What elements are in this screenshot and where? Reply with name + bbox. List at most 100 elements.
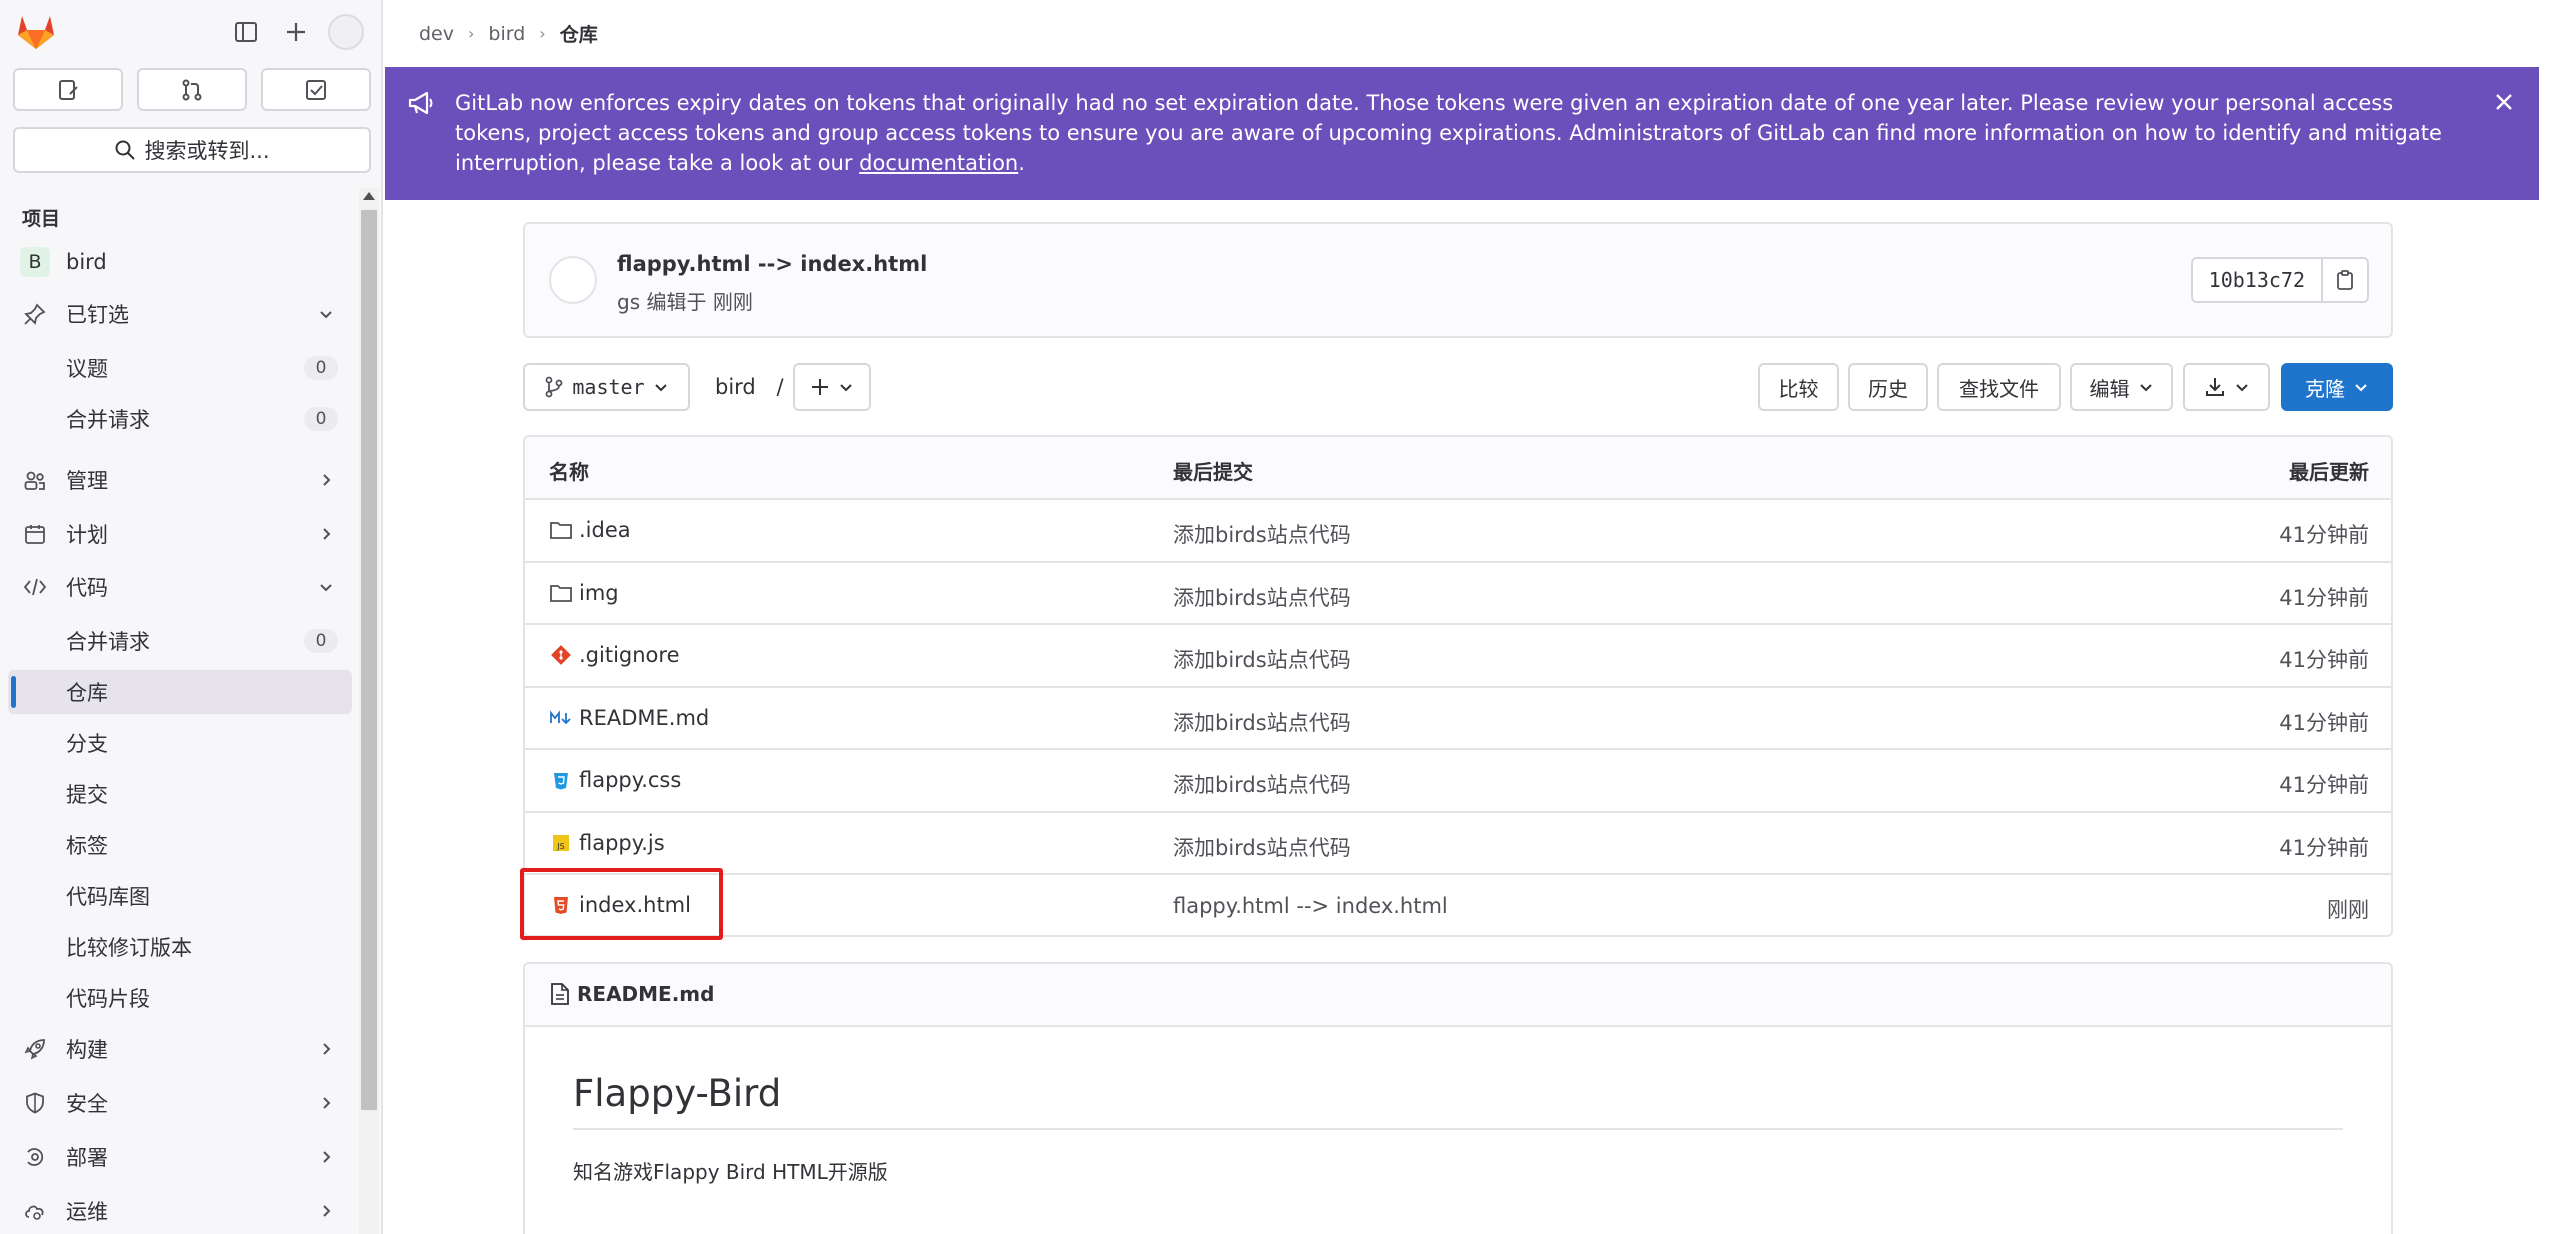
- last-commit-card: flappy.html --> index.html gs 编辑于 刚刚 10b…: [523, 222, 2393, 338]
- breadcrumb-item[interactable]: bird: [488, 23, 525, 45]
- sidebar-item-merge-requests[interactable]: 合并请求 0: [8, 397, 352, 441]
- edit-label: 编辑: [2089, 376, 2130, 401]
- commit-message[interactable]: 添加birds站点代码: [1173, 582, 1351, 612]
- commit-message[interactable]: 添加birds站点代码: [1173, 644, 1351, 674]
- sidebar-item-commits[interactable]: 提交: [8, 772, 352, 816]
- file-table: 名称 最后提交 最后更新 .idea 添加birds站点代码 41分钟前 img…: [523, 435, 2393, 937]
- table-row: .gitignore 添加birds站点代码 41分钟前: [525, 625, 2391, 688]
- sidebar-item-operate[interactable]: 运维: [8, 1189, 352, 1233]
- sidebar-item-tags[interactable]: 标签: [8, 823, 352, 867]
- count-badge: 0: [304, 629, 338, 653]
- announcement-banner: GitLab now enforces expiry dates on toke…: [385, 67, 2539, 200]
- sidebar-item-pinned[interactable]: 已钉选: [8, 292, 352, 336]
- user-avatar[interactable]: [328, 14, 364, 50]
- close-icon[interactable]: [2491, 89, 2517, 115]
- file-link[interactable]: index.html: [549, 893, 691, 917]
- sidebar-item-code[interactable]: 代码: [8, 565, 352, 609]
- repo-path: bird /: [715, 375, 784, 399]
- breadcrumb-current[interactable]: 仓库: [560, 20, 598, 47]
- toggle-sidebar-icon[interactable]: [228, 14, 264, 50]
- readme-file-name[interactable]: README.md: [577, 982, 714, 1006]
- documentation-link[interactable]: documentation: [859, 151, 1018, 175]
- sidebar-item-manage[interactable]: 管理: [8, 458, 352, 502]
- readme-paragraph: 知名游戏Flappy Bird HTML开源版: [573, 1160, 888, 1184]
- search-button[interactable]: 搜索或转到...: [13, 127, 371, 173]
- copy-icon[interactable]: [2323, 257, 2369, 303]
- path-segment[interactable]: bird: [715, 375, 756, 399]
- add-file-button[interactable]: [793, 363, 871, 411]
- table-row: README.md 添加birds站点代码 41分钟前: [525, 688, 2391, 750]
- sidebar-item-compare-revisions[interactable]: 比较修订版本: [8, 925, 352, 969]
- commit-sha[interactable]: 10b13c72: [2190, 257, 2323, 303]
- repo-toolbar: master bird / 比较 历史 查找文件 编辑 克隆: [523, 363, 2393, 413]
- sidebar-item-repository[interactable]: 仓库: [8, 670, 352, 714]
- gitlab-logo[interactable]: [16, 12, 56, 50]
- quick-actions: [13, 68, 371, 111]
- sidebar-item-label: 部署: [66, 1146, 108, 1170]
- avatar[interactable]: [549, 256, 597, 304]
- sidebar-item-issues[interactable]: 议题 0: [8, 346, 352, 390]
- breadcrumb-item[interactable]: dev: [419, 23, 454, 45]
- project-avatar: B: [20, 247, 50, 277]
- commit-message[interactable]: 添加birds站点代码: [1173, 832, 1351, 862]
- sidebar-scrollbar[interactable]: [359, 188, 379, 1234]
- scrollbar-thumb[interactable]: [361, 210, 377, 1110]
- chevron-down-icon: [654, 384, 667, 392]
- count-badge: 0: [304, 356, 338, 380]
- history-button[interactable]: 历史: [1848, 363, 1928, 411]
- file-link[interactable]: JS flappy.js: [549, 831, 665, 855]
- commit-message[interactable]: flappy.html --> index.html: [1173, 894, 1448, 918]
- branch-selector[interactable]: master: [523, 363, 690, 411]
- edit-button[interactable]: 编辑: [2070, 363, 2173, 411]
- history-label: 历史: [1868, 376, 1908, 401]
- clone-button[interactable]: 克隆: [2281, 363, 2393, 411]
- chevron-down-icon: [320, 311, 332, 319]
- sidebar-item-code-merge-requests[interactable]: 合并请求 0: [8, 619, 352, 663]
- merge-request-icon[interactable]: [137, 68, 247, 111]
- pin-icon: [22, 301, 48, 327]
- banner-message: GitLab now enforces expiry dates on toke…: [455, 88, 2455, 178]
- file-link[interactable]: .idea: [549, 518, 631, 542]
- sidebar-item-project[interactable]: B bird: [8, 240, 352, 284]
- sidebar: 搜索或转到... 项目 B bird 已钉选 议题 0 合并请求 0 管理 计划: [0, 0, 383, 1234]
- sidebar-nav: 项目 B bird 已钉选 议题 0 合并请求 0 管理 计划 代码 合并请求 …: [0, 188, 358, 1234]
- sidebar-item-deploy[interactable]: 部署: [8, 1135, 352, 1179]
- plus-icon[interactable]: [278, 14, 314, 50]
- compare-button[interactable]: 比较: [1758, 363, 1839, 411]
- readme-heading: Flappy-Bird: [573, 1072, 782, 1115]
- clone-label: 克隆: [2305, 376, 2345, 401]
- todo-icon[interactable]: [261, 68, 371, 111]
- sidebar-item-label: 计划: [66, 523, 108, 547]
- sidebar-item-label: 标签: [66, 834, 108, 858]
- megaphone-icon: [408, 91, 433, 115]
- sidebar-item-plan[interactable]: 计划: [8, 512, 352, 556]
- file-name: flappy.js: [579, 830, 665, 855]
- file-name: README.md: [579, 705, 710, 730]
- commit-message[interactable]: 添加birds站点代码: [1173, 519, 1351, 549]
- file-link[interactable]: README.md: [549, 706, 709, 730]
- scroll-up-icon[interactable]: [363, 192, 375, 200]
- sidebar-item-repository-graph[interactable]: 代码库图: [8, 874, 352, 918]
- issues-icon[interactable]: [13, 68, 123, 111]
- commit-title[interactable]: flappy.html --> index.html: [617, 252, 927, 276]
- commit-message[interactable]: 添加birds站点代码: [1173, 707, 1351, 737]
- download-button[interactable]: [2183, 363, 2270, 411]
- file-link[interactable]: .gitignore: [549, 643, 680, 667]
- file-link[interactable]: flappy.css: [549, 768, 681, 792]
- last-update: 41分钟前: [2279, 648, 2369, 672]
- file-link[interactable]: img: [549, 581, 619, 605]
- sidebar-item-snippets[interactable]: 代码片段: [8, 976, 352, 1020]
- sidebar-header: [0, 0, 383, 66]
- chevron-down-icon: [2355, 384, 2367, 392]
- svg-text:JS: JS: [556, 842, 564, 851]
- find-file-button[interactable]: 查找文件: [1937, 363, 2061, 411]
- commit-message[interactable]: 添加birds站点代码: [1173, 769, 1351, 799]
- plus-icon: [812, 379, 828, 395]
- folder-icon: [549, 518, 573, 542]
- sidebar-item-security[interactable]: 安全: [8, 1081, 352, 1125]
- sidebar-item-build[interactable]: 构建: [8, 1027, 352, 1071]
- sidebar-item-branches[interactable]: 分支: [8, 721, 352, 765]
- readme-card: README.md Flappy-Bird 知名游戏Flappy Bird HT…: [523, 962, 2393, 1234]
- column-header-last-update: 最后更新: [2289, 460, 2369, 484]
- sidebar-item-label: 仓库: [66, 681, 108, 705]
